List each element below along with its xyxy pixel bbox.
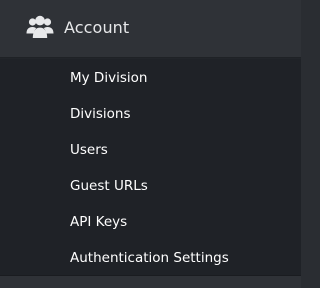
sidebar-section-account[interactable]: Account [0,0,301,58]
sidebar-nav: Account My Division Divisions Users Gues… [0,0,301,288]
sidebar-item-divisions[interactable]: Divisions [70,104,131,124]
users-group-icon [26,14,54,40]
sidebar-item-my-division[interactable]: My Division [70,68,147,88]
sidebar-next-section[interactable] [0,275,301,288]
sidebar-item-users[interactable]: Users [70,140,108,160]
sidebar-item-api-keys[interactable]: API Keys [70,212,127,232]
sidebar-item-guest-urls[interactable]: Guest URLs [70,176,148,196]
sidebar-item-authentication-settings[interactable]: Authentication Settings [70,248,229,268]
account-submenu: My Division Divisions Users Guest URLs A… [0,59,301,275]
sidebar-section-label: Account [64,18,130,37]
